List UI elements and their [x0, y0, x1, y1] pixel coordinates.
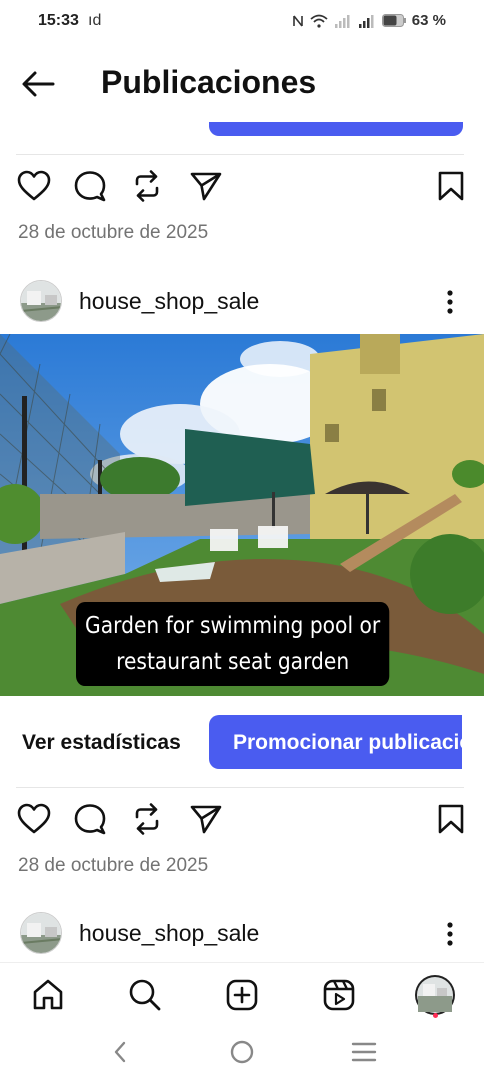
reels-icon [323, 979, 355, 1011]
more-options-button[interactable] [434, 282, 466, 322]
battery-level: 63 % [411, 12, 446, 29]
search-icon [129, 979, 161, 1011]
nav-search[interactable] [123, 973, 167, 1017]
avatar[interactable] [20, 280, 62, 322]
username[interactable]: house_shop_sale [79, 288, 259, 315]
divider [16, 154, 464, 155]
bookmark-icon [438, 804, 464, 834]
username[interactable]: house_shop_sale [79, 920, 259, 947]
comment-icon [74, 804, 106, 835]
divider [16, 787, 464, 788]
heart-icon [17, 803, 51, 834]
system-navigation [0, 1024, 484, 1080]
chevron-left-icon [114, 1041, 126, 1063]
promote-post-button[interactable]: Promocionar publicación [209, 715, 462, 769]
nav-home[interactable] [26, 973, 70, 1017]
status-time: 15:33 [38, 12, 79, 29]
post-actions [0, 164, 484, 208]
comment-button[interactable] [70, 164, 110, 208]
plus-square-icon [226, 979, 258, 1011]
like-button[interactable] [14, 797, 54, 841]
wifi-icon [310, 14, 328, 28]
heart-icon [17, 170, 51, 201]
insights-row: Ver estadísticas Promocionar publicación [0, 714, 484, 770]
repost-button[interactable] [127, 164, 167, 208]
profile-avatar [415, 975, 455, 1015]
more-vertical-icon [447, 290, 453, 314]
status-indicators: 63 % [292, 12, 446, 29]
status-bar: 15:33 ıd 63 % [0, 0, 484, 44]
post-date: 28 de octubre de 2025 [18, 222, 209, 243]
menu-lines-icon [351, 1042, 377, 1062]
battery-icon [381, 14, 406, 27]
repost-icon [135, 803, 159, 835]
nfc-icon [292, 15, 303, 26]
arrow-left-icon [22, 71, 55, 97]
post-caption-overlay: Garden for swimming pool or restaurant s… [76, 602, 390, 686]
app-header: Publicaciones [0, 44, 484, 122]
save-button[interactable] [431, 164, 471, 208]
home-icon [33, 979, 63, 1010]
save-button[interactable] [431, 797, 471, 841]
send-icon [190, 172, 222, 201]
more-vertical-icon [447, 922, 453, 946]
system-home-button[interactable] [226, 1036, 258, 1068]
post-header: house_shop_sale [0, 908, 484, 960]
system-recents-button[interactable] [348, 1036, 380, 1068]
share-button[interactable] [186, 797, 226, 841]
comment-button[interactable] [70, 797, 110, 841]
bookmark-icon [438, 171, 464, 201]
like-button[interactable] [14, 164, 54, 208]
avatar[interactable] [20, 912, 62, 954]
nav-create[interactable] [220, 973, 264, 1017]
share-button[interactable] [186, 164, 226, 208]
nav-reels[interactable] [317, 973, 361, 1017]
bottom-navigation [0, 962, 484, 1024]
signal-icon-2 [358, 14, 374, 28]
repost-button[interactable] [127, 797, 167, 841]
nav-profile[interactable] [413, 973, 457, 1017]
send-icon [190, 805, 222, 834]
comment-icon [74, 171, 106, 202]
back-button[interactable] [16, 62, 60, 106]
avatar-image [21, 913, 61, 953]
system-back-button[interactable] [104, 1036, 136, 1068]
status-carrier-id: ıd [88, 12, 102, 29]
more-options-button[interactable] [434, 914, 466, 954]
circle-home-icon [230, 1040, 254, 1064]
post-actions [0, 797, 484, 841]
page-title: Publicaciones [101, 64, 317, 100]
signal-icon-1 [334, 14, 350, 28]
notification-dot [433, 1013, 438, 1018]
avatar-image [21, 281, 61, 321]
repost-icon [135, 170, 159, 202]
post-header: house_shop_sale [0, 276, 484, 328]
post-image[interactable]: Garden for swimming pool or restaurant s… [0, 334, 484, 696]
post-date: 28 de octubre de 2025 [18, 855, 209, 876]
view-insights-link[interactable]: Ver estadísticas [22, 731, 181, 755]
